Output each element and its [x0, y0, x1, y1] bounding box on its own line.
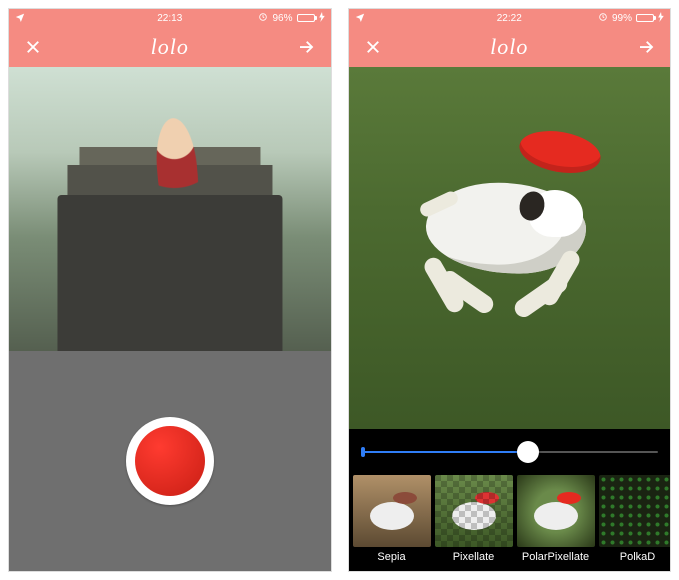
filter-label: PolkaD	[620, 547, 655, 569]
screen-camera: 22:13 96% lolo	[8, 8, 332, 572]
app-title: lolo	[151, 34, 189, 60]
filter-thumbnail	[599, 475, 671, 547]
battery-icon	[636, 14, 654, 22]
nav-bar: lolo	[9, 27, 331, 67]
intensity-slider-row	[349, 429, 671, 475]
airplane-mode-icon	[355, 12, 365, 25]
filter-pixellate[interactable]: Pixellate	[435, 475, 513, 569]
filter-label: Pixellate	[453, 547, 495, 569]
shutter-bar	[9, 351, 331, 571]
battery-percent: 96%	[272, 13, 292, 24]
intensity-slider[interactable]	[363, 451, 659, 453]
battery-icon	[297, 14, 315, 22]
close-button[interactable]	[359, 33, 387, 61]
slider-thumb[interactable]	[517, 441, 539, 463]
photo-preview	[349, 67, 671, 429]
next-button[interactable]	[292, 33, 320, 61]
close-button[interactable]	[19, 33, 47, 61]
rotation-lock-icon	[598, 12, 608, 25]
screen-editor: 22:22 99% lolo	[348, 8, 672, 572]
app-title: lolo	[490, 34, 528, 60]
filter-polarpixellate[interactable]: PolarPixellate	[517, 475, 595, 569]
filter-sepia[interactable]: Sepia	[353, 475, 431, 569]
next-button[interactable]	[632, 33, 660, 61]
filter-label: PolarPixellate	[522, 547, 589, 569]
filter-thumbnail	[353, 475, 431, 547]
shutter-button[interactable]	[126, 417, 214, 505]
filter-polkadot[interactable]: PolkaD	[599, 475, 671, 569]
camera-preview	[9, 67, 331, 351]
airplane-mode-icon	[15, 12, 25, 25]
status-bar: 22:22 99%	[349, 9, 671, 27]
battery-percent: 99%	[612, 13, 632, 24]
record-icon	[135, 426, 205, 496]
rotation-lock-icon	[258, 12, 268, 25]
charging-icon	[319, 12, 325, 25]
nav-bar: lolo	[349, 27, 671, 67]
filter-label: Sepia	[377, 547, 405, 569]
filter-thumbnail	[517, 475, 595, 547]
charging-icon	[658, 12, 664, 25]
filter-thumbnail	[435, 475, 513, 547]
filter-strip[interactable]: Sepia Pixellate PolarPixellate PolkaD	[349, 475, 671, 571]
editor-controls: Sepia Pixellate PolarPixellate PolkaD	[349, 429, 671, 571]
status-bar: 22:13 96%	[9, 9, 331, 27]
